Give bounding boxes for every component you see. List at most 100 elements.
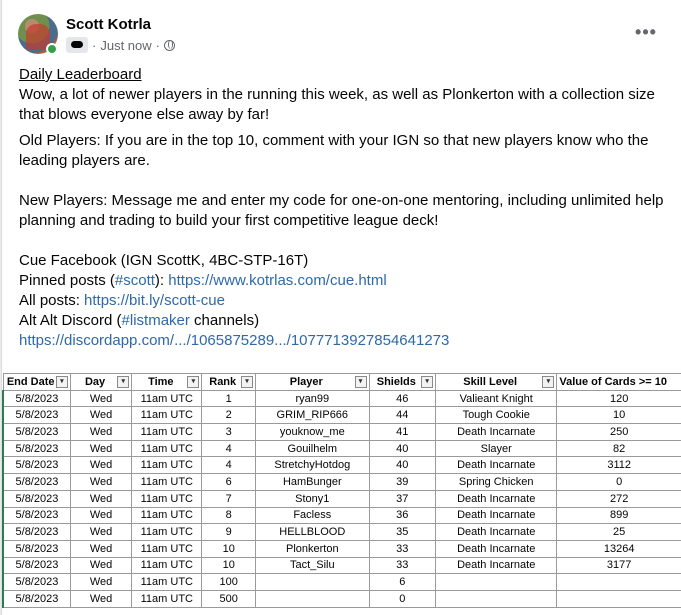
globe-icon[interactable] xyxy=(164,39,175,51)
table-cell: 5/8/2023 xyxy=(2,456,71,475)
leaderboard-image[interactable]: End Date ▾ Day ▾ Time ▾ Rank ▾ Player ▾ Shields ▾ Sk… xyxy=(2,373,681,615)
filter-dropdown-icon[interactable]: ▾ xyxy=(354,376,367,388)
column-header-label: Rank xyxy=(209,375,237,388)
post-text-line: Old Players: If you are in the top 10, c… xyxy=(19,132,649,149)
table-cell: Stony1 xyxy=(255,489,370,508)
table-cell: 2 xyxy=(201,406,257,425)
gamepad-icon[interactable] xyxy=(66,37,88,53)
table-cell: HamBunger xyxy=(255,473,370,491)
table-cell xyxy=(255,573,370,591)
table-cell xyxy=(255,589,370,608)
table-cell: Death Incarnate xyxy=(435,489,558,508)
post-text-line: Wow, a lot of newer players in the runni… xyxy=(19,86,655,103)
filter-dropdown-icon[interactable]: ▾ xyxy=(241,376,254,388)
column-header: Skill Level ▾ xyxy=(435,373,558,391)
table-cell xyxy=(435,589,558,608)
table-cell: Gouilhelm xyxy=(255,439,370,458)
table-cell: 11am UTC xyxy=(131,473,203,491)
table-cell: 33 xyxy=(368,539,437,558)
table-cell: 3 xyxy=(201,423,257,441)
column-header: Time ▾ xyxy=(131,373,203,391)
table-cell xyxy=(556,589,681,608)
table-cell: 35 xyxy=(368,523,437,541)
filter-dropdown-icon[interactable]: ▾ xyxy=(55,376,68,388)
meta-separator: · xyxy=(155,37,160,53)
table-cell: Wed xyxy=(69,589,133,608)
table-cell: 13264 xyxy=(556,539,681,558)
discord-prefix: Alt Alt Discord ( xyxy=(19,312,122,329)
table-cell: HELLBLOOD xyxy=(255,523,370,541)
post-card: Scott Kotrla · Just now · ••• Daily Lead… xyxy=(1,0,681,615)
pinned-url-link[interactable]: https://www.kotrlas.com/cue.html xyxy=(168,272,386,289)
table-cell: 500 xyxy=(201,589,257,608)
column-header: Player ▾ xyxy=(255,373,370,391)
table-cell: 6 xyxy=(368,573,437,591)
table-cell: Death Incarnate xyxy=(435,423,558,441)
column-header-label: Value of Cards >= 10 xyxy=(559,375,667,388)
all-posts-link[interactable]: https://bit.ly/scott-cue xyxy=(84,292,225,309)
filter-dropdown-icon[interactable]: ▾ xyxy=(421,376,434,388)
table-cell xyxy=(435,573,558,591)
more-options-button[interactable]: ••• xyxy=(632,18,660,46)
table-cell: 41 xyxy=(368,423,437,441)
table-cell: 11am UTC xyxy=(131,389,203,408)
table-cell: Wed xyxy=(69,389,133,408)
table-cell: 37 xyxy=(368,489,437,508)
filter-active-icon[interactable]: ▾ xyxy=(117,376,130,388)
table-cell: Wed xyxy=(69,573,133,591)
column-header: Rank ▾ xyxy=(201,373,257,391)
table-cell: 3112 xyxy=(556,456,681,475)
timestamp[interactable]: Just now xyxy=(100,38,151,53)
table-cell: 5/8/2023 xyxy=(2,389,71,408)
table-cell: 5/8/2023 xyxy=(2,556,71,575)
table-cell: Wed xyxy=(69,423,133,441)
table-cell: 5/8/2023 xyxy=(2,473,71,491)
post-meta: · Just now · xyxy=(66,37,175,53)
pinned-prefix: Pinned posts ( xyxy=(19,272,115,289)
column-header-label: Shields xyxy=(376,375,416,388)
hashtag-link[interactable]: #scott xyxy=(115,272,155,289)
filter-dropdown-icon[interactable]: ▾ xyxy=(187,376,200,388)
table-body: 5/8/2023 Wed 11am UTC 1 ryan99 46 Valieant Kni… xyxy=(2,389,681,608)
table-row: 5/8/2023 Wed 11am UTC 7 Stony1 37 Death Incarn… xyxy=(2,489,681,508)
table-cell: Wed xyxy=(69,489,133,508)
table-cell: Plonkerton xyxy=(255,539,370,558)
table-cell: Wed xyxy=(69,473,133,491)
table-cell: Wed xyxy=(69,539,133,558)
pinned-posts-line: Pinned posts (#scott): https://www.kotrl… xyxy=(19,271,669,291)
table-row: 5/8/2023 Wed 11am UTC 10 Plonkerton 33 Death I… xyxy=(2,539,681,558)
table-row: 5/8/2023 Wed 11am UTC 6 HamBunger 39 Spring Ch… xyxy=(2,473,681,491)
table-cell: Wed xyxy=(69,439,133,458)
table-cell: Death Incarnate xyxy=(435,523,558,541)
table-cell: Tough Cookie xyxy=(435,406,558,425)
table-cell: 10 xyxy=(201,539,257,558)
table-cell: 0 xyxy=(368,589,437,608)
table-cell: Valieant Knight xyxy=(435,389,558,408)
discord-url-line: https://discordapp.com/.../1065875289...… xyxy=(19,331,669,351)
table-cell: Tact_Silu xyxy=(255,556,370,575)
filter-dropdown-icon[interactable]: ▾ xyxy=(542,376,555,388)
column-header-label: Player xyxy=(289,375,323,388)
author-name[interactable]: Scott Kotrla xyxy=(66,16,151,33)
table-cell: 4 xyxy=(201,456,257,475)
discord-url-link[interactable]: https://discordapp.com/.../1065875289...… xyxy=(19,332,449,349)
pinned-mid: ): xyxy=(154,272,169,289)
table-cell: 44 xyxy=(368,406,437,425)
table-cell: 9 xyxy=(201,523,257,541)
table-cell: 11am UTC xyxy=(131,489,203,508)
table-cell: 5/8/2023 xyxy=(2,523,71,541)
table-cell: 5/8/2023 xyxy=(2,589,71,608)
table-cell: 11am UTC xyxy=(131,506,203,525)
hashtag-link[interactable]: #listmaker xyxy=(122,312,190,329)
discord-line: Alt Alt Discord (#listmaker channels) xyxy=(19,311,669,331)
table-cell: 33 xyxy=(368,556,437,575)
table-row: 5/8/2023 Wed 11am UTC 4 StretchyHotdog 40 Deat… xyxy=(2,456,681,475)
table-cell: 5/8/2023 xyxy=(2,439,71,458)
table-cell: 120 xyxy=(556,389,681,408)
table-cell: 3177 xyxy=(556,556,681,575)
table-cell xyxy=(556,573,681,591)
table-row: 5/8/2023 Wed 11am UTC 4 Gouilhelm 40 Slayer 82 xyxy=(2,439,681,458)
discord-suffix: channels) xyxy=(189,312,260,329)
post-body: Daily Leaderboard Wow, a lot of newer pl… xyxy=(19,65,669,351)
